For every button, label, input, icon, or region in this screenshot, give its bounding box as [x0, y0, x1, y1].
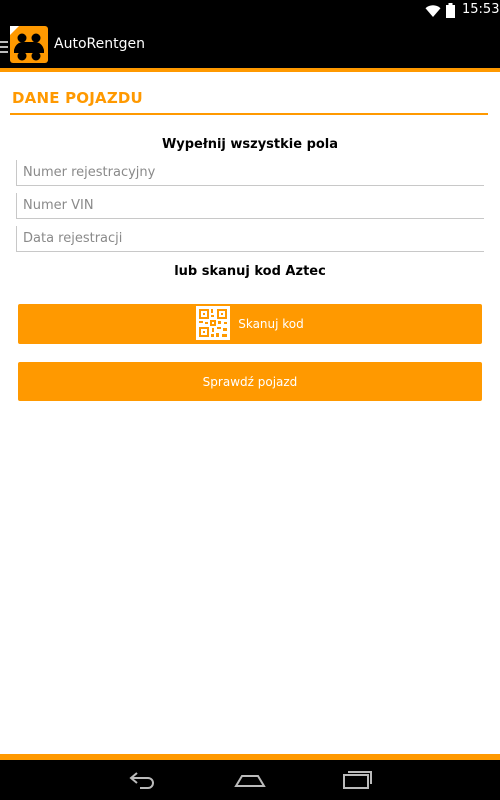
action-bar: AutoRentgen: [0, 21, 500, 68]
scan-code-label: Skanuj kod: [238, 317, 304, 331]
home-icon[interactable]: [234, 770, 266, 794]
status-bar: 15:53: [0, 0, 500, 21]
drawer-menu-icon[interactable]: [0, 38, 8, 57]
registration-date-input[interactable]: [16, 226, 484, 252]
wifi-icon: [425, 3, 441, 22]
form-instruction: Wypełnij wszystkie pola: [161, 137, 339, 152]
scan-hint: lub skanuj kod Aztec: [174, 264, 326, 279]
section-title: DANE POJAZDU: [12, 89, 143, 107]
check-vehicle-button[interactable]: Sprawdź pojazd: [18, 362, 482, 401]
back-icon[interactable]: [128, 770, 158, 794]
registration-number-input[interactable]: [16, 160, 484, 186]
check-vehicle-label: Sprawdź pojazd: [202, 374, 298, 389]
navigation-bar: [0, 760, 500, 800]
vin-input[interactable]: [16, 193, 484, 219]
action-bar-divider: [0, 68, 500, 72]
app-logo-icon[interactable]: [10, 26, 48, 63]
app-title: AutoRentgen: [54, 36, 145, 52]
section-divider: [10, 113, 488, 115]
scan-code-button[interactable]: Skanuj kod: [18, 304, 482, 344]
clock: 15:53: [462, 2, 500, 17]
battery-icon: [446, 3, 455, 22]
aztec-code-icon: [196, 305, 231, 343]
recent-apps-icon[interactable]: [341, 770, 373, 794]
